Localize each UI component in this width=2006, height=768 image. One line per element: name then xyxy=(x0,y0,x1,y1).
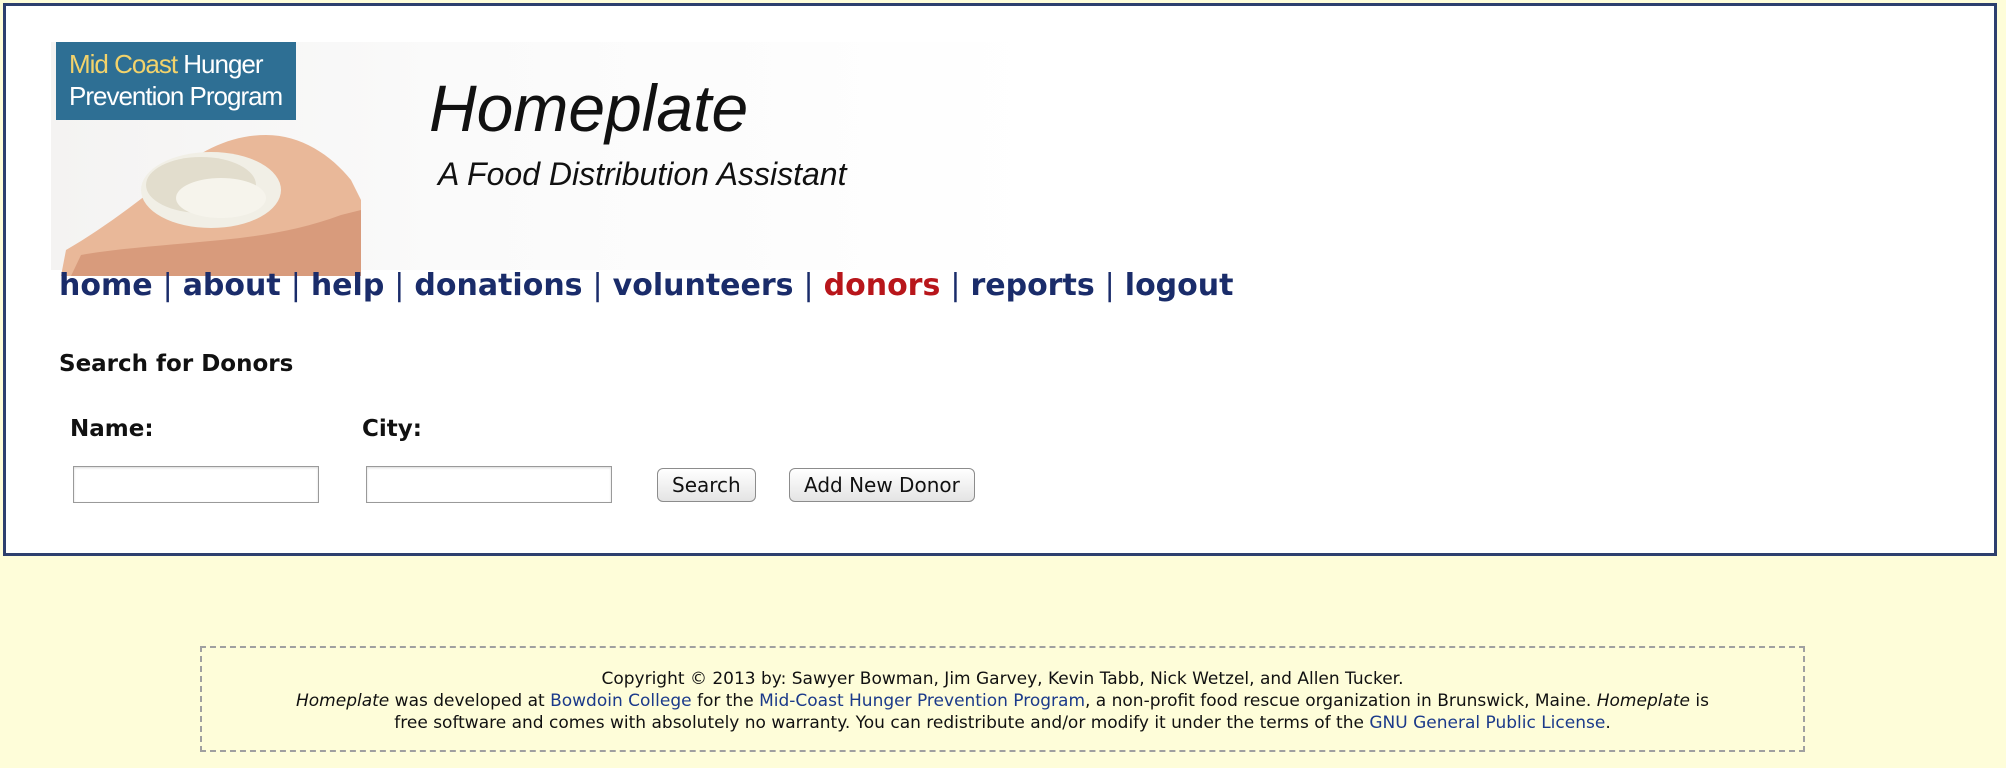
footer-text: free software and comes with absolutely … xyxy=(394,713,1370,733)
program-logo: Mid Coast Hunger Prevention Program xyxy=(56,42,296,120)
nav-separator: | xyxy=(162,268,173,303)
app-title: Homeplate xyxy=(429,71,749,145)
nav-donors[interactable]: donors xyxy=(824,268,941,303)
logo-line1-highlight: Mid Coast xyxy=(69,49,178,79)
nav-about[interactable]: about xyxy=(183,268,281,303)
footer-app-name: Homeplate xyxy=(1596,691,1691,711)
nav-separator: | xyxy=(950,268,961,303)
search-button[interactable]: Search xyxy=(657,468,756,502)
nav-reports[interactable]: reports xyxy=(970,268,1094,303)
main-frame: Mid Coast Hunger Prevention Program Home… xyxy=(3,3,1997,556)
nav-home[interactable]: home xyxy=(59,268,153,303)
logo-line1-rest: Hunger xyxy=(177,49,263,79)
city-input[interactable] xyxy=(366,466,612,503)
bowdoin-college-link[interactable]: Bowdoin College xyxy=(550,691,692,711)
nav-separator: | xyxy=(394,268,405,303)
app-subtitle: A Food Distribution Assistant xyxy=(438,156,847,192)
footer-app-name: Homeplate xyxy=(296,691,390,711)
nav-help[interactable]: help xyxy=(311,268,384,303)
nav-logout[interactable]: logout xyxy=(1125,268,1234,303)
nav-separator: | xyxy=(1104,268,1115,303)
search-heading: Search for Donors xyxy=(59,351,294,377)
mchpp-link[interactable]: Mid-Coast Hunger Prevention Program xyxy=(759,691,1085,711)
nav-separator: | xyxy=(592,268,603,303)
nav-donations[interactable]: donations xyxy=(414,268,582,303)
footer-text: for the xyxy=(691,691,760,711)
add-new-donor-button[interactable]: Add New Donor xyxy=(789,468,975,502)
header-banner: Mid Coast Hunger Prevention Program Home… xyxy=(51,42,1041,276)
footer-line3: free software and comes with absolutely … xyxy=(202,712,1803,734)
main-nav: home | about | help | donations | volunteers | don… xyxy=(59,268,1233,303)
nav-separator: | xyxy=(290,268,301,303)
footer-text: , a non-profit food rescue organization … xyxy=(1085,691,1597,711)
footer-copyright: Copyright © 2013 by: Sawyer Bowman, Jim … xyxy=(601,669,1404,689)
footer-line2: Homeplate was developed at Bowdoin Colle… xyxy=(202,690,1803,712)
city-label: City: xyxy=(362,416,422,442)
footer-text: was developed at xyxy=(389,691,551,711)
nav-volunteers[interactable]: volunteers xyxy=(613,268,794,303)
footer-text: is xyxy=(1690,691,1709,711)
logo-line2: Prevention Program xyxy=(69,81,283,111)
nav-separator: | xyxy=(803,268,814,303)
footer-text: . xyxy=(1605,713,1611,733)
name-input[interactable] xyxy=(73,466,319,503)
name-label: Name: xyxy=(70,416,154,442)
footer: Copyright © 2013 by: Sawyer Bowman, Jim … xyxy=(200,646,1805,752)
gpl-license-link[interactable]: GNU General Public License xyxy=(1369,713,1605,733)
